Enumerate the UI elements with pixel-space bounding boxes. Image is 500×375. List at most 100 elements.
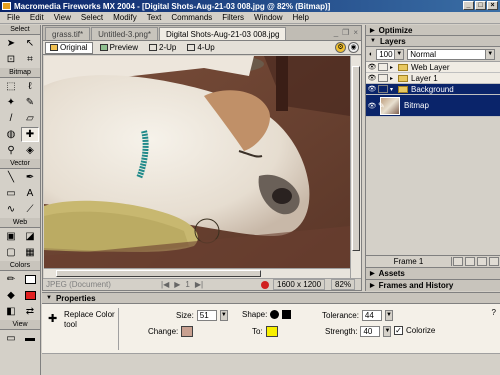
layer-web-layer[interactable]: 👁 ▸ Web Layer [366, 62, 500, 73]
doc-tab-untitled-3[interactable]: Untitled-3.png* [91, 27, 159, 40]
view-preview-button[interactable]: Preview [96, 42, 142, 54]
menu-view[interactable]: View [49, 13, 76, 22]
vertical-scrollbar[interactable] [350, 56, 361, 280]
new-layer-icon[interactable] [465, 257, 475, 266]
help-icon[interactable]: ? [492, 308, 496, 317]
menu-text[interactable]: Text [142, 13, 167, 22]
close-button[interactable]: × [487, 1, 498, 10]
round-shape-icon[interactable] [270, 310, 280, 319]
menu-file[interactable]: File [2, 13, 25, 22]
doc-tab-grass[interactable]: grass.tif* [45, 27, 91, 40]
maximize-button[interactable]: □ [475, 1, 486, 10]
layers-panel-header[interactable]: ▼ Layers [366, 36, 500, 47]
size-input[interactable]: 51 [196, 310, 217, 321]
tolerance-input[interactable]: 44 [361, 310, 382, 321]
collapse-toggle-icon[interactable]: ▾ [390, 86, 398, 93]
pen-tool-icon[interactable]: ✒ [21, 170, 39, 185]
optimize-panel-header[interactable]: ▶ Optimize [366, 25, 500, 36]
paint-bucket-tool-icon[interactable]: ◈ [21, 143, 39, 158]
square-shape-icon[interactable] [282, 310, 292, 319]
fill-color-icon[interactable]: ◆ [2, 288, 20, 303]
layer-layer-1[interactable]: 👁 ▸ Layer 1 [366, 73, 500, 84]
eyedropper-tool-icon[interactable]: ⚲ [2, 143, 20, 158]
line-tool-icon[interactable]: ╲ [2, 170, 20, 185]
size-spinner-icon[interactable]: ▼ [219, 310, 228, 321]
zoom-level[interactable]: 82% [331, 279, 356, 290]
swap-colors-icon[interactable]: ⇄ [21, 304, 39, 319]
change-color-swatch[interactable] [181, 326, 194, 337]
hide-slices-icon[interactable]: ▢ [2, 245, 20, 260]
menu-select[interactable]: Select [76, 13, 108, 22]
quick-export-icon[interactable]: ⚙ [335, 42, 346, 53]
image-canvas[interactable] [44, 56, 350, 280]
visibility-eye-icon[interactable]: 👁 [366, 85, 378, 93]
hotspot-tool-icon[interactable]: ▣ [2, 229, 20, 244]
colorize-checkbox[interactable]: ✓ [394, 326, 403, 335]
replace-color-tool-icon[interactable]: ✚ [21, 127, 39, 142]
play-icon[interactable]: ▶ [174, 280, 180, 289]
properties-header[interactable]: ▼ Properties [42, 293, 500, 304]
text-tool-icon[interactable]: A [21, 186, 39, 201]
pencil-tool-icon[interactable]: / [2, 111, 20, 126]
strength-input[interactable]: 40 [360, 326, 381, 337]
scale-tool-icon[interactable]: ⊡ [2, 52, 20, 67]
rectangle-tool-icon[interactable]: ▭ [2, 186, 20, 201]
slice-tool-icon[interactable]: ◪ [21, 229, 39, 244]
brush-tool-icon[interactable]: ✎ [21, 95, 39, 110]
horizontal-scroll-thumb[interactable] [56, 270, 261, 277]
doc-restore-icon[interactable]: ❐ [342, 28, 349, 37]
opacity-select[interactable]: 100 ▼ [376, 48, 405, 60]
next-frame-icon[interactable]: ▶| [195, 280, 203, 289]
canvas-dimensions[interactable]: 1600 x 1200 [273, 279, 326, 290]
stop-icon[interactable] [261, 280, 269, 289]
vertical-scroll-thumb[interactable] [352, 66, 360, 251]
doc-tab-digital-shots[interactable]: Digital Shots-Aug-21-03 008.jpg [159, 27, 287, 40]
lock-toggle[interactable] [378, 74, 388, 82]
freeform-tool-icon[interactable]: ∿ [2, 202, 20, 217]
view-original-button[interactable]: Original [45, 41, 93, 54]
menu-help[interactable]: Help [288, 13, 314, 22]
menu-window[interactable]: Window [249, 13, 287, 22]
delete-layer-icon[interactable] [489, 257, 499, 266]
view-4up-button[interactable]: 4-Up [183, 42, 218, 54]
to-color-swatch[interactable] [265, 326, 278, 337]
preview-browser-icon[interactable]: ◉ [348, 42, 359, 53]
menu-commands[interactable]: Commands [166, 13, 217, 22]
crop-tool-icon[interactable]: ⌗ [21, 52, 39, 67]
first-frame-icon[interactable]: |◀ [161, 280, 169, 289]
blur-tool-icon[interactable]: ◍ [2, 127, 20, 142]
stroke-color-icon[interactable]: ✏ [2, 272, 20, 287]
minimize-button[interactable]: _ [463, 1, 474, 10]
stroke-swatch[interactable] [21, 272, 39, 287]
visibility-eye-icon[interactable]: 👁 [366, 102, 378, 110]
frames-history-panel-header[interactable]: ▶ Frames and History [366, 279, 500, 291]
show-slices-icon[interactable]: ▦ [21, 245, 39, 260]
marquee-tool-icon[interactable]: ⬚ [2, 79, 20, 94]
knife-tool-icon[interactable]: ⟋ [21, 202, 39, 217]
eraser-tool-icon[interactable]: ▱ [21, 111, 39, 126]
doc-minimize-icon[interactable]: _ [334, 28, 338, 37]
menu-modify[interactable]: Modify [108, 13, 142, 22]
full-screen-menu-icon[interactable]: ▬ [21, 331, 39, 346]
strength-spinner-icon[interactable]: ▼ [383, 326, 392, 337]
menu-filters[interactable]: Filters [217, 13, 249, 22]
magic-wand-tool-icon[interactable]: ✦ [2, 95, 20, 110]
subselection-tool-icon[interactable]: ↖ [21, 36, 39, 51]
pointer-tool-icon[interactable]: ➤ [2, 36, 20, 51]
fill-swatch[interactable] [21, 288, 39, 303]
menu-edit[interactable]: Edit [25, 13, 49, 22]
new-sub-layer-icon[interactable] [453, 257, 463, 266]
add-mask-icon[interactable] [477, 257, 487, 266]
visibility-eye-icon[interactable]: 👁 [366, 74, 378, 82]
layer-bitmap[interactable]: 👁 ✎ Bitmap [366, 95, 500, 117]
layer-background[interactable]: 👁 ▾ Background [366, 84, 500, 95]
lock-toggle[interactable] [378, 63, 388, 71]
lock-toggle[interactable] [378, 85, 388, 93]
assets-panel-header[interactable]: ▶ Assets [366, 267, 500, 279]
expand-toggle-icon[interactable]: ▸ [390, 75, 398, 82]
horizontal-scrollbar[interactable] [44, 268, 350, 278]
blend-mode-select[interactable]: Normal ▼ [407, 48, 496, 60]
standard-screen-icon[interactable]: ▭ [2, 331, 20, 346]
frame-selector[interactable]: Frame 1 [366, 257, 452, 266]
expand-toggle-icon[interactable]: ▸ [390, 64, 398, 71]
